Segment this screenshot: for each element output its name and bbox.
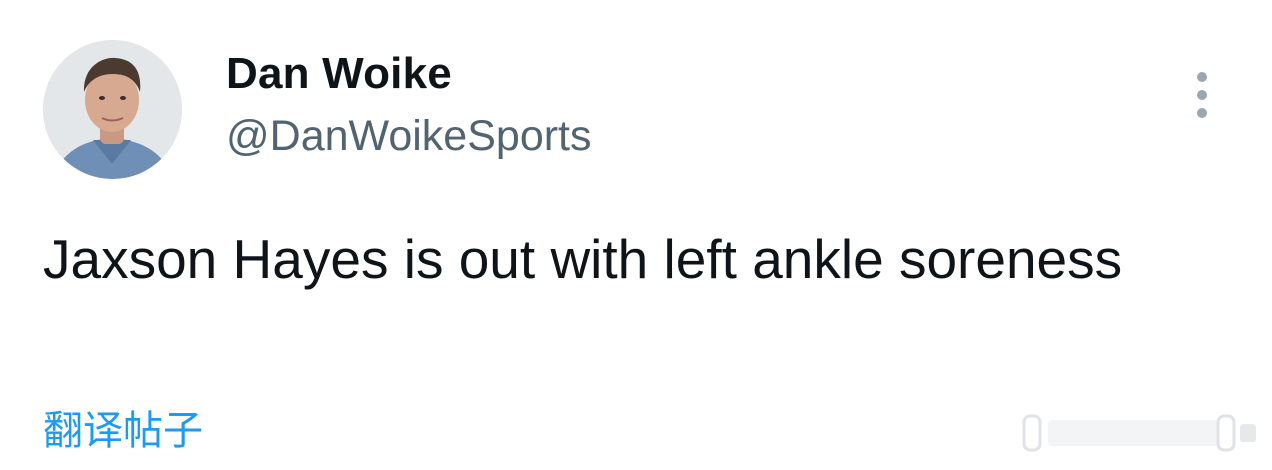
tweet-text: Jaxson Hayes is out with left ankle sore… — [43, 228, 1123, 290]
more-vertical-icon-dot — [1197, 90, 1207, 100]
watermark-graphic — [1022, 414, 1256, 452]
avatar[interactable] — [43, 40, 182, 179]
more-vertical-icon-dot — [1197, 108, 1207, 118]
more-vertical-icon-dot — [1197, 72, 1207, 82]
translate-post-link[interactable]: 翻译帖子 — [43, 405, 203, 457]
tweet-card: Dan Woike @DanWoikeSports Jaxson Hayes i… — [0, 0, 1272, 470]
more-options-button[interactable] — [1186, 70, 1218, 120]
author-handle[interactable]: @DanWoikeSports — [226, 108, 592, 164]
profile-photo-icon — [43, 40, 182, 179]
author-display-name[interactable]: Dan Woike — [226, 46, 452, 102]
